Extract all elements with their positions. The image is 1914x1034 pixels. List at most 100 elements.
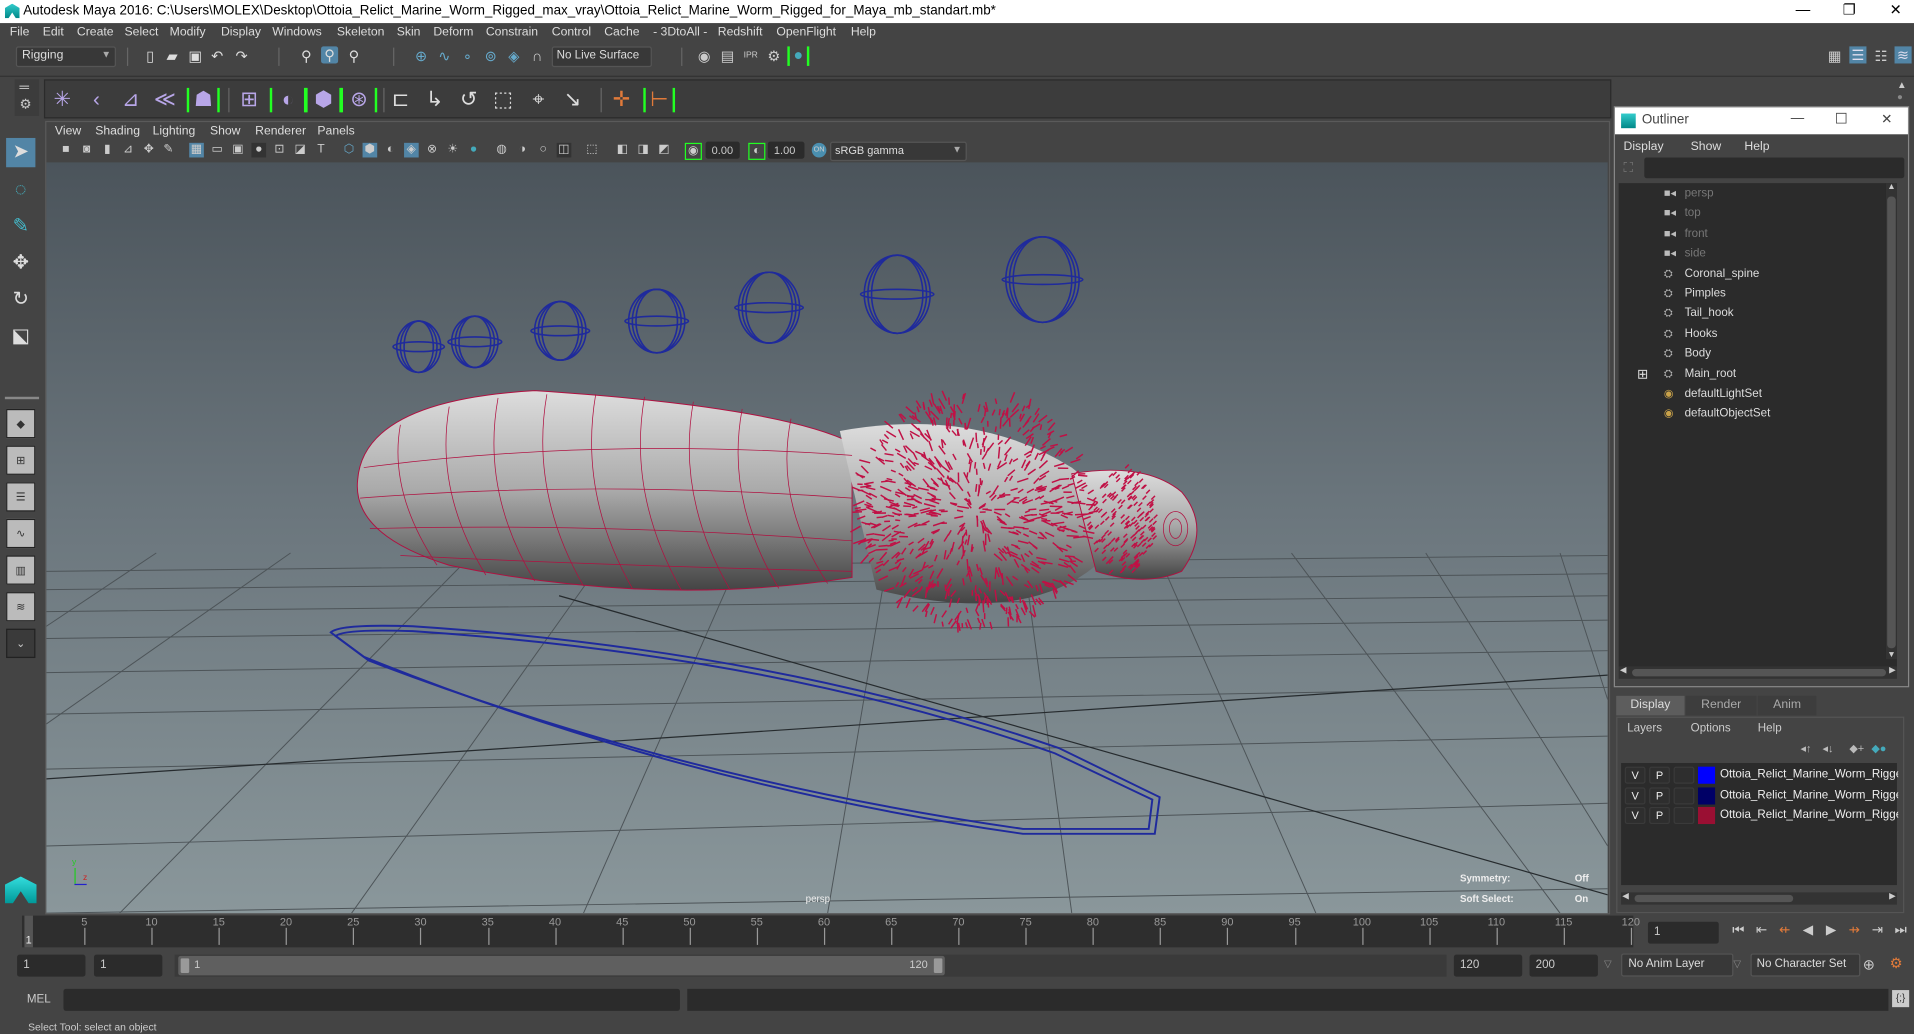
- current-time-indicator[interactable]: 1: [24, 915, 33, 948]
- menu-edit[interactable]: Edit: [43, 26, 64, 39]
- menu-help[interactable]: Help: [851, 26, 876, 39]
- channel-box-toggle-icon[interactable]: ≋: [1894, 46, 1912, 64]
- shelf-settings-gear-icon[interactable]: ⚙: [20, 96, 32, 113]
- hypershade-icon[interactable]: ●: [787, 46, 810, 66]
- menu-modify[interactable]: Modify: [170, 26, 206, 39]
- outliner-vertical-scrollbar[interactable]: ▲ ▼: [1885, 183, 1897, 660]
- scale-constraint-icon[interactable]: ⬚: [491, 88, 515, 112]
- outliner-item-body[interactable]: ⛭ Body: [1664, 347, 1711, 360]
- menu-constrain[interactable]: Constrain: [486, 26, 538, 39]
- smooth-shade-icon[interactable]: ⬢: [362, 142, 378, 158]
- layer-menu-options[interactable]: Options: [1691, 721, 1731, 734]
- outliner-item-pimples[interactable]: ⛭ Pimples: [1664, 287, 1726, 300]
- layer-display-type-toggle[interactable]: [1673, 766, 1695, 784]
- menu-deform[interactable]: Deform: [433, 26, 473, 39]
- isolate-select-icon[interactable]: ⬚: [585, 143, 600, 158]
- snap-magnet-icon[interactable]: ∩: [529, 48, 546, 65]
- move-tool-icon[interactable]: ✥: [6, 249, 35, 278]
- scroll-right-icon[interactable]: ▶: [1889, 665, 1896, 676]
- close-button[interactable]: ✕: [1877, 1, 1914, 21]
- exposure-icon[interactable]: ◉: [684, 142, 702, 160]
- coronal-spine-controllers[interactable]: [392, 236, 1084, 374]
- outliner-menu-help[interactable]: Help: [1744, 140, 1769, 153]
- render-current-frame-icon[interactable]: ▤: [719, 48, 736, 65]
- snap-to-grid-icon[interactable]: ⊕: [413, 48, 430, 65]
- outliner-item-tail-hook[interactable]: ⛭ Tail_hook: [1664, 307, 1734, 320]
- tool-settings-icon[interactable]: ☷: [1873, 48, 1890, 65]
- layer-playback-toggle[interactable]: P: [1649, 806, 1670, 825]
- step-forward-frame-icon[interactable]: ⇸: [1846, 922, 1863, 939]
- go-to-start-icon[interactable]: ⏮: [1730, 922, 1747, 939]
- scroll-right-icon[interactable]: ▶: [1889, 891, 1896, 901]
- select-by-object-icon[interactable]: ⚲: [321, 46, 339, 64]
- spine-ring-controller[interactable]: [859, 254, 935, 335]
- outliner-item-front[interactable]: ■◂ front: [1664, 227, 1708, 240]
- paint-skin-weights-icon[interactable]: ⊞: [237, 88, 261, 112]
- aim-constraint-icon[interactable]: ⌖: [526, 88, 550, 112]
- xray-joints-icon[interactable]: ◨: [636, 143, 651, 158]
- scroll-up-icon[interactable]: ▲: [1887, 183, 1895, 192]
- layer-playback-toggle[interactable]: P: [1649, 786, 1670, 804]
- range-end-grip[interactable]: [933, 958, 943, 973]
- panel-menu-lighting[interactable]: Lighting: [153, 125, 196, 138]
- outliner-menu-display[interactable]: Display: [1624, 140, 1664, 153]
- persp-graph-hypergraph-layout-icon[interactable]: ≋: [6, 592, 36, 622]
- outliner-maximize-button[interactable]: ☐: [1835, 110, 1848, 127]
- expand-icon[interactable]: ⊞: [1637, 366, 1648, 382]
- outliner-menu-show[interactable]: Show: [1691, 140, 1722, 153]
- 2d-pan-zoom-icon[interactable]: ✥: [142, 143, 157, 158]
- screen-space-ao-icon[interactable]: ◍: [494, 143, 509, 158]
- use-all-lights-icon[interactable]: ☀: [446, 143, 461, 158]
- ik-spline-icon[interactable]: ≪: [153, 88, 177, 112]
- rotate-tool-icon[interactable]: ↻: [6, 286, 35, 315]
- snap-to-curve-icon[interactable]: ∿: [436, 48, 453, 65]
- joint-tool-icon[interactable]: ✳: [50, 88, 74, 112]
- save-scene-icon[interactable]: ▣: [187, 48, 204, 65]
- menu-skeleton[interactable]: Skeleton: [337, 26, 385, 39]
- layer-hscroll-thumb[interactable]: [1634, 894, 1794, 903]
- playback-start-field[interactable]: 1: [93, 954, 163, 977]
- animation-preferences-icon[interactable]: ⚙: [1890, 955, 1903, 972]
- go-to-end-icon[interactable]: ⏭: [1892, 922, 1909, 939]
- menu-set-dropdown[interactable]: Rigging ▼: [15, 46, 116, 68]
- restore-button[interactable]: ❐: [1831, 1, 1868, 21]
- camera-attributes-icon[interactable]: ◙: [79, 143, 94, 158]
- layer-display-type-toggle[interactable]: [1673, 806, 1695, 825]
- layer-name[interactable]: Ottoia_Relict_Marine_Worm_Rigged: [1720, 768, 1898, 781]
- safe-title-icon[interactable]: T: [314, 143, 329, 158]
- select-camera-icon[interactable]: ■: [59, 143, 74, 158]
- move-layer-up-icon[interactable]: ◂↑: [1801, 742, 1812, 755]
- menu-3dtoall[interactable]: - 3DtoAll -: [653, 26, 707, 39]
- wireframe-icon[interactable]: ⬡: [342, 143, 357, 158]
- select-by-component-icon[interactable]: ⚲: [345, 48, 362, 65]
- persp-graph-layout-icon[interactable]: ∿: [6, 518, 36, 549]
- panel-menu-shading[interactable]: Shading: [95, 125, 140, 138]
- script-editor-icon[interactable]: {;}: [1892, 990, 1910, 1008]
- menu-display[interactable]: Display: [221, 26, 261, 39]
- panel-menu-show[interactable]: Show: [210, 125, 241, 138]
- lasso-tool-icon[interactable]: ◌: [6, 176, 35, 205]
- grid-toggle-icon[interactable]: ▦: [189, 142, 204, 158]
- xray-components-icon[interactable]: ◩: [657, 143, 672, 158]
- xray-icon[interactable]: ◧: [615, 143, 630, 158]
- outliner-item-side[interactable]: ■◂ side: [1664, 247, 1706, 260]
- snap-to-view-plane-icon[interactable]: ⊚: [482, 48, 499, 65]
- menu-control[interactable]: Control: [552, 26, 591, 39]
- gate-mask-icon[interactable]: ●: [251, 142, 267, 158]
- outliner-scroll-thumb[interactable]: [1887, 196, 1896, 649]
- step-forward-key-icon[interactable]: ⇥: [1869, 922, 1886, 939]
- layer-horizontal-scrollbar[interactable]: ◀ ▶: [1621, 891, 1897, 905]
- panel-menu-panels[interactable]: Panels: [317, 125, 354, 138]
- outliner-search-field[interactable]: [1644, 157, 1905, 179]
- spine-ring-controller[interactable]: [734, 271, 805, 344]
- scroll-left-icon[interactable]: ◀: [1622, 891, 1629, 901]
- textured-icon[interactable]: ⊗: [425, 143, 440, 158]
- command-input[interactable]: [63, 988, 680, 1011]
- cluster-icon[interactable]: ⊛: [340, 87, 378, 113]
- make-live-icon[interactable]: ◈: [505, 48, 522, 65]
- menu-create[interactable]: Create: [77, 26, 114, 39]
- menu-file[interactable]: File: [10, 26, 30, 39]
- outliner-hscroll-thumb[interactable]: [1632, 668, 1886, 677]
- anim-layer-dropdown[interactable]: No Anim Layer: [1621, 953, 1734, 977]
- layer-tab-render[interactable]: Render: [1685, 695, 1757, 716]
